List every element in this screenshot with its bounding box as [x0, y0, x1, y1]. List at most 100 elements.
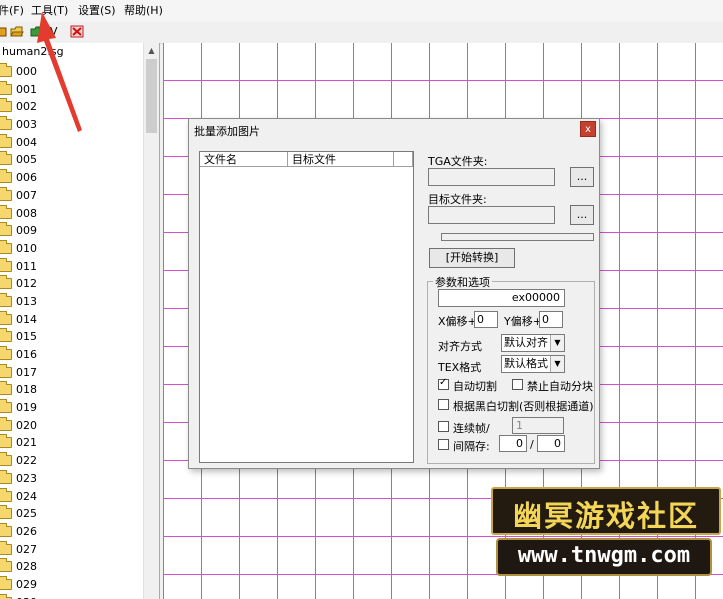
tree-item-label: 028 [16, 560, 37, 574]
open-icon[interactable] [10, 25, 24, 38]
interval-input-2[interactable]: 0 [537, 435, 565, 452]
menu-help[interactable]: 帮助(H) [124, 4, 163, 18]
folder-icon [0, 257, 12, 272]
scroll-up-icon[interactable]: ▲ [144, 43, 159, 58]
dialog-title: 批量添加图片 [194, 125, 260, 138]
tree-item-label: 001 [16, 82, 37, 96]
no-auto-block-label: 禁止自动分块 [527, 380, 593, 393]
frames-input[interactable]: 1 [512, 417, 564, 434]
tree-item-label: 022 [16, 454, 37, 468]
menu-file[interactable]: 件(F) [0, 4, 24, 18]
tga-browse-button[interactable]: ... [570, 167, 594, 187]
target-browse-button[interactable]: ... [570, 205, 594, 225]
tree-item-label: 030 [16, 596, 37, 599]
interval-separator: / [530, 438, 534, 451]
tree-scrollbar[interactable]: ▲ [143, 43, 159, 599]
folder-icon [0, 239, 12, 254]
chevron-down-icon[interactable]: ▼ [550, 356, 564, 372]
start-convert-button[interactable]: [开始转换] [429, 248, 515, 268]
folder-icon [0, 469, 12, 484]
toolbar: V [0, 22, 723, 44]
align-select-value: 默认对齐 [504, 336, 548, 349]
folder-icon [0, 346, 12, 360]
tree-item-label: 012 [16, 277, 37, 291]
folder-icon [0, 522, 12, 537]
folder-icon [0, 222, 12, 237]
folder-icon [0, 381, 12, 396]
menu-settings[interactable]: 设置(S) [78, 4, 116, 18]
menu-tools[interactable]: 工具(T) [31, 4, 68, 18]
column-extra[interactable] [394, 152, 413, 167]
folder-icon [0, 186, 12, 201]
y-offset-input[interactable]: 0 [539, 311, 563, 328]
x-offset-input[interactable]: 0 [474, 311, 498, 328]
tree-item-label: 015 [16, 330, 37, 344]
tree-item-label: 011 [16, 259, 37, 273]
x-offset-label: X偏移+ [438, 315, 477, 328]
column-filename[interactable]: 文件名 [200, 152, 288, 167]
watermark-url: www.tnwgm.com [517, 543, 691, 568]
tga-folder-label: TGA文件夹: [428, 155, 488, 168]
column-target-file[interactable]: 目标文件 [288, 152, 394, 167]
folder-icon [0, 133, 12, 148]
tree-item-label: 005 [16, 153, 37, 167]
target-folder-input[interactable] [428, 206, 555, 224]
interval-label: 间隔存: [453, 440, 490, 453]
menu-bar: 件(F) 工具(T) 设置(S) 帮助(H) [0, 0, 723, 22]
folder-icon [0, 63, 12, 77]
file-tree[interactable]: human2.sg 000 001 002 003 004 005 006 007 008 009… [0, 43, 160, 599]
frames-checkbox[interactable] [438, 421, 449, 432]
folder-icon [0, 558, 12, 573]
folder-icon [0, 98, 12, 113]
bw-cut-checkbox[interactable] [438, 399, 449, 410]
tex-format-select[interactable]: 默认格式 ▼ [501, 355, 565, 373]
batch-add-images-dialog: 批量添加图片 x 文件名 目标文件 TGA文件夹: ... 目标文件夹: ...… [188, 118, 600, 469]
target-folder-label: 目标文件夹: [428, 193, 487, 206]
folder-icon [0, 434, 12, 449]
tree-item-label: 013 [16, 294, 37, 308]
watermark-title: 幽冥游戏社区 [512, 499, 699, 533]
align-select[interactable]: 默认对齐 ▼ [501, 334, 565, 352]
tree-item-label: 017 [16, 365, 37, 379]
progress-bar [441, 233, 594, 241]
tree-item-label: 024 [16, 489, 37, 503]
tree-item-label: 003 [16, 118, 37, 132]
bw-cut-label: 根据黑白切割(否则根据通道) [453, 400, 594, 413]
interval-input-1[interactable]: 0 [499, 435, 527, 452]
folder-icon [0, 399, 12, 414]
tree-item-label: 021 [16, 436, 37, 450]
tree-item-label: 008 [16, 206, 37, 220]
tree-item-label: 025 [16, 507, 37, 521]
tga-folder-input[interactable] [428, 168, 555, 186]
tree-item-label: 026 [16, 524, 37, 538]
auto-cut-checkbox[interactable] [438, 377, 449, 390]
tree-item-label: 023 [16, 471, 37, 485]
folder-icon [0, 204, 12, 219]
prefix-input[interactable]: ex00000 [438, 289, 565, 307]
close-icon[interactable]: x [580, 121, 596, 137]
tree-item-label: 016 [16, 348, 37, 361]
auto-cut-label: 自动切割 [453, 380, 497, 393]
folder-icon [0, 487, 12, 502]
save-icon[interactable] [30, 25, 44, 38]
tree-item-label: 002 [16, 100, 37, 114]
scroll-thumb[interactable] [146, 59, 157, 133]
delete-icon[interactable] [70, 25, 84, 38]
folder-icon [0, 275, 12, 290]
folder-icon [0, 80, 12, 95]
no-auto-block-checkbox[interactable] [512, 379, 523, 390]
file-list[interactable]: 文件名 目标文件 [199, 151, 414, 463]
tree-item-label: 014 [16, 312, 37, 326]
import-icon[interactable]: V [50, 25, 62, 38]
new-icon[interactable] [0, 25, 8, 38]
folder-icon [0, 540, 12, 555]
folder-icon [0, 116, 12, 131]
interval-checkbox[interactable] [438, 439, 449, 450]
folder-icon [0, 328, 12, 343]
tex-format-select-value: 默认格式 [504, 357, 548, 370]
tree-item-label: 029 [16, 577, 37, 591]
tree-root[interactable]: human2.sg [2, 45, 64, 58]
folder-icon [0, 169, 12, 184]
chevron-down-icon[interactable]: ▼ [550, 335, 564, 351]
folder-icon [0, 416, 12, 431]
